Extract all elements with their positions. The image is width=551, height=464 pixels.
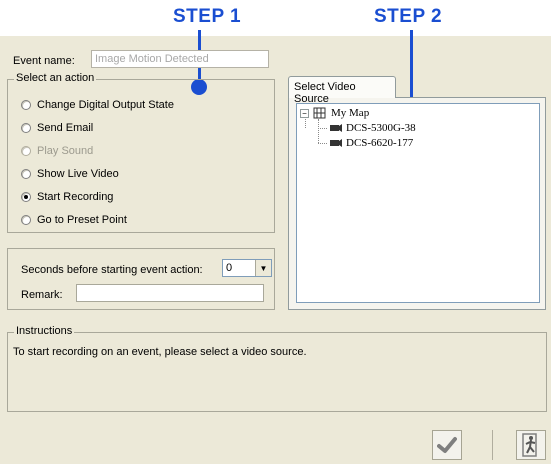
radio-button-selected[interactable] bbox=[21, 192, 31, 202]
remark-label: Remark: bbox=[21, 289, 63, 301]
camera-icon bbox=[330, 139, 342, 147]
event-name-field[interactable]: Image Motion Detected bbox=[91, 50, 269, 68]
seconds-select[interactable]: 0 ▼ bbox=[222, 259, 272, 277]
remark-input[interactable] bbox=[76, 284, 264, 302]
tab-select-video-source[interactable]: Select Video Source bbox=[288, 76, 396, 105]
checkmark-icon bbox=[437, 437, 457, 453]
step2-callout-line bbox=[410, 30, 413, 106]
tree-connector bbox=[318, 143, 327, 144]
step1-annotation: STEP 1 bbox=[173, 6, 242, 27]
radio-label: Play Sound bbox=[37, 145, 94, 157]
radio-label: Go to Preset Point bbox=[37, 214, 127, 226]
radio-label: Change Digital Output State bbox=[37, 99, 174, 111]
collapse-icon[interactable]: − bbox=[300, 108, 309, 118]
camera-icon bbox=[330, 124, 342, 132]
ok-button[interactable] bbox=[432, 430, 462, 460]
footer-divider bbox=[492, 430, 493, 460]
radio-button[interactable] bbox=[21, 123, 31, 133]
seconds-label: Seconds before starting event action: bbox=[21, 264, 203, 276]
tree-node-label: DCS-5300G-38 bbox=[346, 122, 416, 134]
instructions-legend: Instructions bbox=[14, 325, 75, 337]
tree-connector bbox=[318, 119, 319, 143]
radio-label: Start Recording bbox=[37, 191, 114, 203]
tree-node-camera[interactable]: DCS-5300G-38 bbox=[329, 121, 416, 135]
seconds-select-value: 0 bbox=[226, 262, 233, 274]
radio-label: Send Email bbox=[37, 122, 94, 134]
instructions-text: To start recording on an event, please s… bbox=[13, 346, 307, 358]
event-name-label: Event name: bbox=[13, 55, 75, 67]
radio-label: Show Live Video bbox=[37, 168, 119, 180]
tree-node-my-map[interactable]: − My Map bbox=[300, 106, 369, 120]
instructions-group bbox=[7, 332, 547, 412]
radio-change-digital-output[interactable]: Change Digital Output State bbox=[21, 97, 174, 113]
radio-go-to-preset-point[interactable]: Go to Preset Point bbox=[21, 212, 127, 228]
radio-show-live-video[interactable]: Show Live Video bbox=[21, 166, 119, 182]
radio-send-email[interactable]: Send Email bbox=[21, 120, 93, 136]
radio-button[interactable] bbox=[21, 100, 31, 110]
tree-node-camera[interactable]: DCS-6620-177 bbox=[329, 136, 413, 150]
radio-start-recording[interactable]: Start Recording bbox=[21, 189, 113, 205]
radio-button[interactable] bbox=[21, 169, 31, 179]
action-group-legend: Select an action bbox=[14, 72, 97, 84]
step2-annotation: STEP 2 bbox=[374, 6, 443, 27]
dropdown-arrow-icon[interactable]: ▼ bbox=[255, 260, 271, 276]
radio-button bbox=[21, 146, 31, 156]
tree-node-label: DCS-6620-177 bbox=[346, 137, 414, 149]
map-icon bbox=[313, 107, 326, 119]
tree-node-label: My Map bbox=[331, 107, 370, 119]
annotation-band bbox=[0, 0, 551, 36]
exit-running-person-icon bbox=[522, 433, 537, 457]
radio-play-sound: Play Sound bbox=[21, 143, 93, 159]
tree-connector bbox=[318, 128, 327, 129]
exit-button[interactable] bbox=[516, 430, 546, 460]
radio-button[interactable] bbox=[21, 215, 31, 225]
